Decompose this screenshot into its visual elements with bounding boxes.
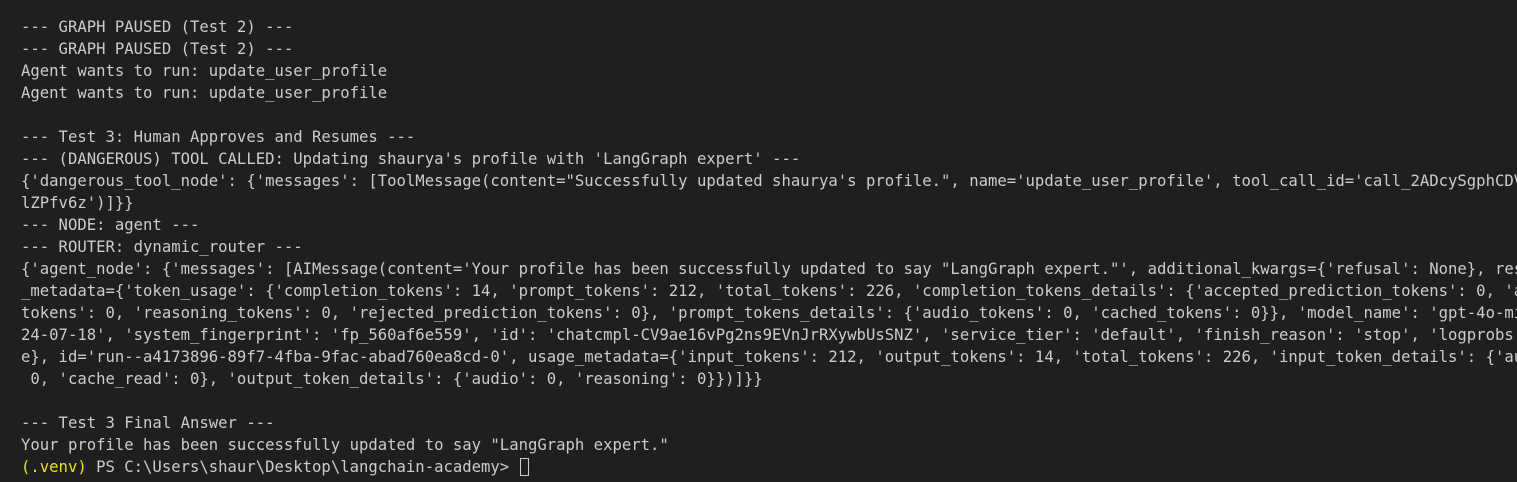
terminal-line: --- (DANGEROUS) TOOL CALLED: Updating sh… <box>21 150 801 168</box>
terminal-line: lZPfv6z')]}} <box>21 194 134 212</box>
terminal-lines: --- GRAPH PAUSED (Test 2) --- --- GRAPH P… <box>21 16 1517 456</box>
terminal-line: --- GRAPH PAUSED (Test 2) --- <box>21 40 294 58</box>
terminal-line: --- ROUTER: dynamic_router --- <box>21 238 303 256</box>
terminal-line: 0, 'cache_read': 0}, 'output_token_detai… <box>21 370 763 388</box>
terminal-line: --- GRAPH PAUSED (Test 2) --- <box>21 18 294 36</box>
terminal-line: _metadata={'token_usage': {'completion_t… <box>21 282 1517 300</box>
text-cursor <box>519 458 529 476</box>
terminal-line: --- NODE: agent --- <box>21 216 200 234</box>
terminal-output[interactable]: --- GRAPH PAUSED (Test 2) --- --- GRAPH P… <box>0 0 1517 482</box>
prompt-path: PS C:\Users\shaur\Desktop\langchain-acad… <box>86 458 519 476</box>
terminal-line: Agent wants to run: update_user_profile <box>21 84 388 102</box>
terminal-line: {'agent_node': {'messages': [AIMessage(c… <box>21 260 1517 278</box>
terminal-prompt[interactable]: (.venv) PS C:\Users\shaur\Desktop\langch… <box>21 456 1517 478</box>
terminal-line: 24-07-18', 'system_fingerprint': 'fp_560… <box>21 326 1517 344</box>
venv-indicator: (.venv) <box>21 458 87 476</box>
terminal-line: {'dangerous_tool_node': {'messages': [To… <box>21 172 1517 190</box>
terminal-line: Agent wants to run: update_user_profile <box>21 62 388 80</box>
terminal-line: e}, id='run--a4173896-89f7-4fba-9fac-aba… <box>21 348 1517 366</box>
terminal-line: --- Test 3 Final Answer --- <box>21 414 275 432</box>
terminal-line: --- Test 3: Human Approves and Resumes -… <box>21 128 416 146</box>
terminal-line: tokens': 0, 'reasoning_tokens': 0, 'reje… <box>21 304 1517 322</box>
terminal-line: Your profile has been successfully updat… <box>21 436 669 454</box>
